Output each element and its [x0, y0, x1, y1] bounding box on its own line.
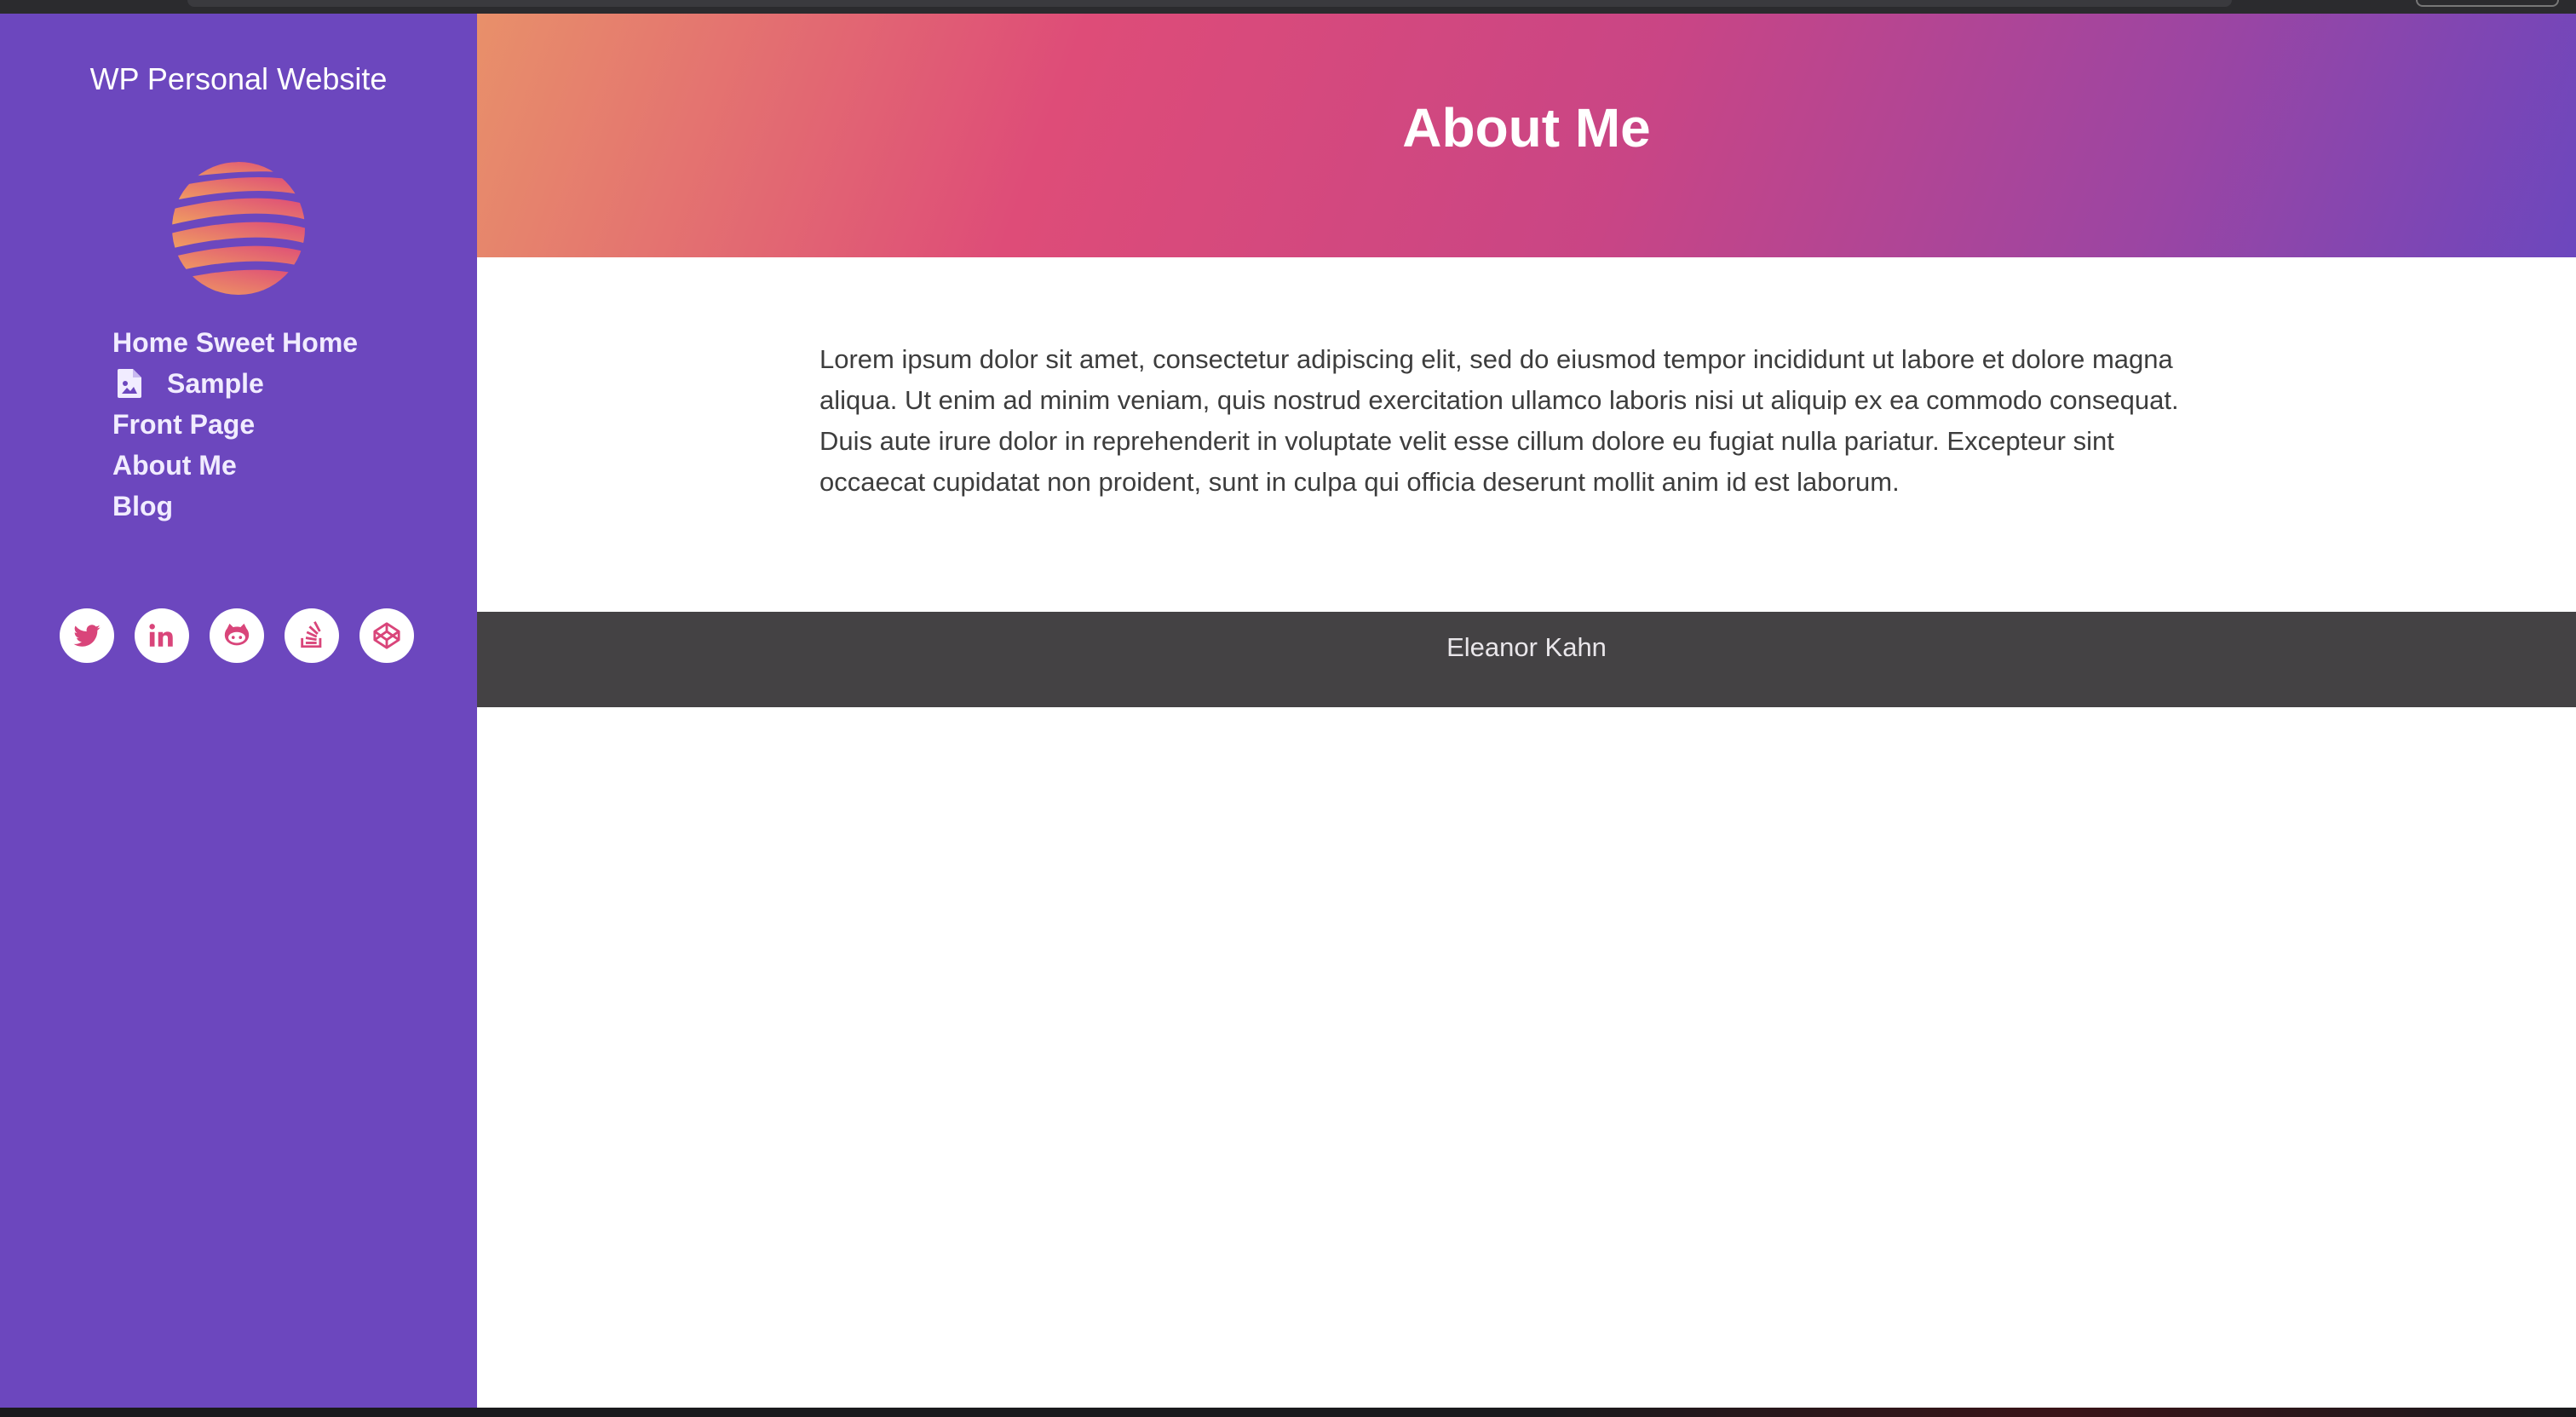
- twitter-icon: [73, 625, 101, 647]
- browser-bottom-edge: [0, 1408, 2576, 1417]
- page-title: About Me: [1402, 97, 1651, 158]
- footer-text: Eleanor Kahn: [1446, 632, 1607, 662]
- nav-item-blog[interactable]: Blog: [112, 486, 358, 527]
- browser-address-bar[interactable]: [187, 0, 2232, 7]
- site-title[interactable]: WP Personal Website: [0, 61, 477, 97]
- browser-top-bar: [0, 0, 2576, 14]
- page-header: About Me: [477, 14, 2576, 257]
- social-links: [60, 608, 414, 663]
- twitter-link[interactable]: [60, 608, 114, 663]
- nav-item-home-sweet-home[interactable]: Home Sweet Home: [112, 322, 358, 363]
- github-icon: [224, 623, 250, 646]
- document-icon: [118, 369, 141, 398]
- codepen-link[interactable]: [359, 608, 414, 663]
- nav-item-sample[interactable]: Sample: [112, 363, 358, 404]
- nav-item-about-me[interactable]: About Me: [112, 445, 358, 486]
- nav-item-label: Home Sweet Home: [112, 327, 359, 358]
- nav-item-label: Blog: [112, 491, 174, 521]
- sidebar: WP Personal Website Home Sweet Home Samp…: [0, 14, 477, 1408]
- linkedin-link[interactable]: [135, 608, 189, 663]
- nav-item-label: Front Page: [112, 409, 256, 440]
- stackoverflow-link[interactable]: [285, 608, 339, 663]
- nav-item-label: Sample: [167, 368, 264, 399]
- codepen-icon: [373, 622, 400, 649]
- github-link[interactable]: [210, 608, 264, 663]
- browser-toolbar-button[interactable]: [2416, 0, 2559, 7]
- page-body-text: Lorem ipsum dolor sit amet, consectetur …: [819, 344, 2179, 497]
- linkedin-icon: [149, 624, 173, 647]
- site-footer: Eleanor Kahn: [477, 612, 2576, 707]
- site-logo[interactable]: [170, 160, 307, 297]
- nav-item-label: About Me: [112, 450, 237, 481]
- stackoverflow-icon: [301, 621, 322, 648]
- main-content: About Me Lorem ipsum dolor sit amet, con…: [477, 14, 2576, 1408]
- nav-item-front-page[interactable]: Front Page: [112, 404, 358, 445]
- primary-navigation: Home Sweet Home Sample Front Page About …: [112, 322, 358, 527]
